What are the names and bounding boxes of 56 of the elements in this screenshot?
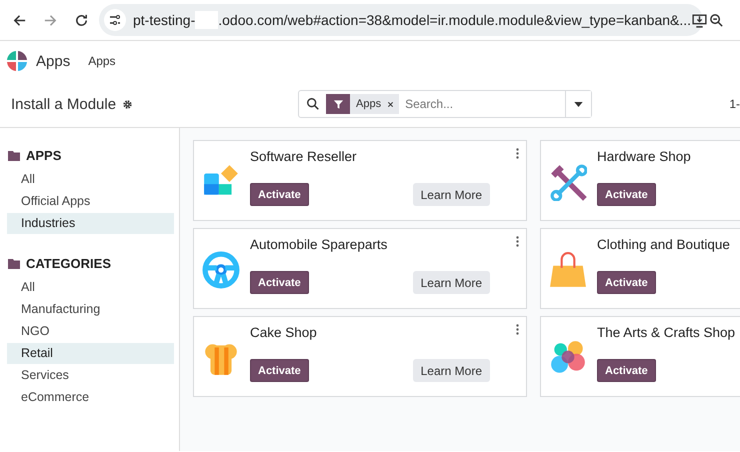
search-field[interactable]: Apps Search... [298, 90, 592, 118]
menu-item[interactable]: Apps [88, 54, 116, 68]
tools-icon [549, 163, 587, 201]
app-name: Software Reseller [250, 149, 358, 166]
page-title: Install a Module [11, 96, 116, 112]
search-options-button[interactable] [565, 91, 591, 117]
filter-icon [332, 98, 344, 110]
steering-wheel-icon [202, 251, 240, 289]
learn-more-button[interactable]: Learn More [412, 271, 490, 294]
url-text: .odoo.com/web#action=38&model=ir.module.module&view_type=kanban&... [218, 12, 692, 28]
activate-button[interactable]: Activate [597, 271, 656, 294]
caret-icon [574, 102, 583, 106]
back-icon[interactable] [12, 12, 27, 28]
sidebar-item[interactable]: Services [7, 365, 174, 386]
install-icon[interactable] [691, 12, 708, 28]
site-settings-icon[interactable] [104, 9, 126, 31]
settings-icon[interactable] [122, 98, 134, 110]
search-icon [306, 97, 320, 111]
section-heading: CATEGORIES [26, 256, 111, 271]
app-name: Automobile Spareparts [250, 237, 388, 254]
sidebar-item[interactable]: eCommerce [7, 387, 174, 408]
app-name: Clothing and Boutique [597, 237, 731, 254]
app-name: Cake Shop [250, 325, 318, 342]
zoom-icon[interactable] [709, 12, 724, 28]
app-name: Hardware Shop [597, 149, 692, 166]
learn-more-button[interactable]: Learn More [412, 359, 490, 382]
app-name: The Arts & Crafts Shop [597, 325, 736, 342]
more-options-icon[interactable] [516, 148, 519, 159]
pager-value: 1- [729, 97, 740, 111]
sidebar-item[interactable]: All [7, 277, 174, 298]
shopping-bag-icon [549, 251, 587, 289]
activate-button[interactable]: Activate [250, 183, 309, 206]
reload-icon[interactable] [74, 12, 89, 28]
sidebar-item[interactable]: Manufacturing [7, 299, 174, 320]
close-icon[interactable] [387, 100, 394, 108]
sidebar-item[interactable]: Official Apps [7, 191, 174, 212]
folder-icon [8, 258, 20, 268]
forward-icon[interactable] [43, 12, 58, 28]
section-heading: APPS [26, 148, 62, 163]
activate-button[interactable]: Activate [597, 359, 656, 382]
url-text: pt-testing- [133, 12, 196, 28]
apps-logo-icon[interactable] [6, 50, 28, 72]
activate-button[interactable]: Activate [250, 359, 309, 382]
activate-button[interactable]: Activate [597, 183, 656, 206]
more-options-icon[interactable] [516, 324, 519, 335]
sidebar-item[interactable]: Industries [7, 213, 174, 234]
learn-more-button[interactable]: Learn More [412, 183, 490, 206]
more-options-icon[interactable] [516, 236, 519, 247]
activate-button[interactable]: Activate [250, 271, 309, 294]
sidebar-item[interactable]: NGO [7, 321, 174, 342]
facet-label: Apps [355, 98, 382, 110]
sidebar-item[interactable]: All [7, 169, 174, 190]
folder-icon [8, 150, 20, 160]
sidebar-item[interactable]: Retail [7, 343, 174, 364]
filter-facet[interactable]: Apps [326, 94, 400, 114]
app-name: Apps [36, 52, 70, 70]
